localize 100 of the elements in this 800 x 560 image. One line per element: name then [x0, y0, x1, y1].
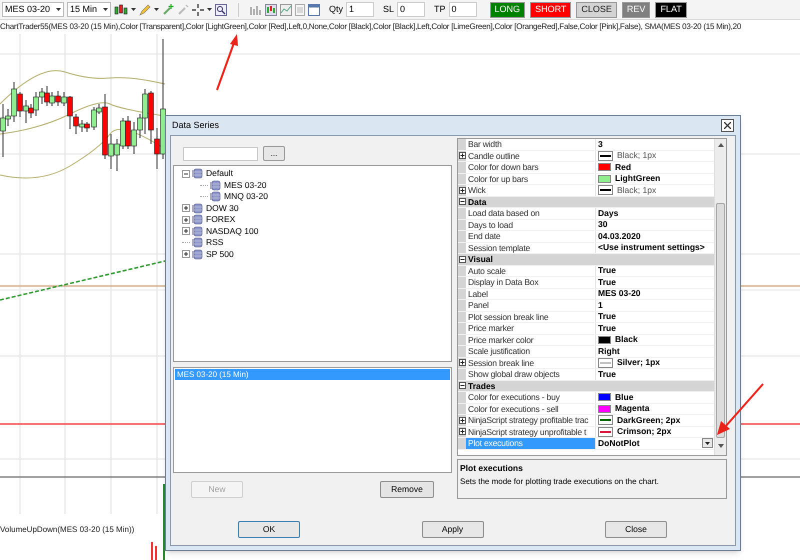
property-value: <Use instrument settings> [598, 242, 705, 254]
quantity-field[interactable]: 1 [346, 2, 374, 17]
property-label[interactable]: Price marker [466, 323, 596, 334]
crosshair-icon[interactable] [192, 4, 204, 16]
collapse-icon[interactable] [182, 170, 190, 178]
property-label[interactable]: End date [466, 231, 596, 242]
tree-item[interactable]: RSS [206, 236, 224, 250]
dialog-button[interactable]: OK [238, 521, 300, 538]
property-value: True [598, 311, 616, 322]
indicator-label: ChartTrader55(MES 03-20 (15 Min),Color [Transparent],Color [LightGreen],Color [Red],Left,0,None,Color [Black],Color [Black],Left,Color [LimeGreen],Color [OrangeRed],False,Color [Pink],False), SMA(MES 03-20 (15 Min),20 [0, 21, 742, 33]
property-value: True [598, 265, 616, 276]
database-icon [192, 202, 203, 214]
property-label[interactable]: Scale justification [466, 346, 596, 356]
property-label[interactable]: Color for down bars [466, 162, 596, 172]
close-icon[interactable] [721, 119, 734, 132]
trade-button[interactable]: REV [622, 2, 650, 18]
property-label[interactable]: Wick [466, 185, 596, 196]
scroll-down-icon[interactable] [718, 444, 724, 448]
property-label[interactable]: Candle outline [466, 150, 596, 161]
property-label[interactable]: Show global draw objects [466, 369, 596, 380]
tree-line [200, 196, 208, 198]
property-value: Right [598, 346, 620, 357]
scrollbar[interactable] [714, 139, 726, 456]
caret-icon[interactable] [154, 8, 159, 11]
property-label[interactable]: Load data based on [466, 208, 596, 218]
property-value: DoNotPlot [598, 438, 640, 449]
caret-icon [705, 442, 710, 445]
property-label[interactable]: Plot session break line [466, 312, 596, 322]
property-label[interactable]: Bar width [466, 139, 596, 150]
trade-button[interactable]: SHORT [530, 2, 572, 18]
property-value: 1 [598, 300, 603, 311]
description-title: Plot executions [460, 462, 524, 475]
zoom-icon[interactable] [215, 4, 227, 16]
property-value: Crimson; 2px [617, 426, 672, 438]
interval-dropdown[interactable]: 15 Min [67, 2, 111, 17]
scroll-up-icon[interactable] [718, 143, 724, 147]
property-value: DarkGreen; 2px [617, 414, 680, 426]
candlestick-icon[interactable] [265, 4, 277, 16]
window-icon[interactable] [308, 4, 320, 16]
tree-item[interactable]: MNQ 03-20 [224, 190, 268, 204]
tree-item[interactable]: SP 500 [206, 248, 234, 261]
bars-icon[interactable] [250, 4, 262, 16]
property-label[interactable]: Label [466, 288, 596, 299]
scroll-thumb[interactable] [716, 203, 725, 438]
instrument-dropdown[interactable]: MES 03-20 [2, 2, 64, 17]
property-label[interactable]: Color for executions - buy [466, 392, 596, 402]
caret-icon[interactable] [103, 8, 108, 11]
property-label[interactable]: Session template [466, 242, 596, 253]
property-label[interactable]: Auto scale [466, 266, 596, 276]
trade-button[interactable]: CLOSE [576, 2, 617, 18]
remove-button[interactable]: Remove [380, 481, 434, 498]
property-value: True [598, 322, 616, 334]
property-value: True [598, 368, 616, 380]
tree-item[interactable]: FOREX [206, 213, 236, 226]
tree-item[interactable]: DOW 30 [206, 202, 239, 215]
caret-icon[interactable] [207, 8, 212, 11]
expand-icon[interactable] [182, 204, 190, 212]
tree-line [182, 242, 190, 244]
search-field[interactable] [183, 146, 258, 160]
tree-item[interactable]: Default [206, 167, 233, 180]
expand-icon[interactable] [182, 216, 190, 224]
category-header[interactable]: Trades [466, 380, 714, 391]
property-value: True [598, 276, 616, 288]
browse-button[interactable]: ... [263, 146, 285, 161]
property-value: Red [615, 162, 632, 173]
property-value: Blue [615, 392, 634, 403]
property-label[interactable]: Session break line [466, 358, 596, 368]
dialog-button[interactable]: Close [605, 521, 667, 538]
tree-item[interactable]: NASDAQ 100 [206, 224, 258, 238]
property-label[interactable]: NinjaScript strategy profitable trac [466, 415, 596, 426]
tree-line [200, 184, 208, 186]
category-header[interactable]: Visual [466, 254, 714, 264]
property-label[interactable]: Panel [466, 300, 596, 310]
property-label[interactable]: NinjaScript strategy unprofitable t [466, 426, 596, 437]
database-icon [210, 180, 221, 191]
property-value: LightGreen [615, 173, 660, 184]
expand-icon[interactable] [182, 250, 190, 258]
annotation-arrow [214, 34, 240, 92]
pencil-icon[interactable] [139, 4, 151, 16]
property-label[interactable]: Price marker color [466, 334, 596, 345]
caret-icon[interactable] [131, 8, 136, 11]
property-label[interactable]: Display in Data Box [466, 277, 596, 288]
property-label[interactable]: Days to load [466, 220, 596, 230]
property-label[interactable]: Color for executions - sell [466, 404, 596, 414]
database-icon [192, 248, 203, 260]
property-label[interactable]: Color for up bars [466, 174, 596, 184]
dialog-button[interactable]: Apply [422, 521, 484, 538]
trade-button[interactable]: LONG [490, 2, 526, 18]
property-value: Days [598, 208, 618, 219]
trade-button[interactable]: FLAT [655, 2, 687, 18]
category-header[interactable]: Data [466, 196, 714, 207]
property-value: Magenta [615, 403, 650, 414]
dropdown-button[interactable] [702, 438, 713, 448]
candlestick-icon[interactable] [114, 4, 128, 16]
caret-icon[interactable] [56, 8, 61, 11]
expand-icon[interactable] [182, 227, 190, 236]
tree-item[interactable]: MES 03-20 [224, 178, 267, 192]
stop-loss-field[interactable]: 0 [397, 2, 426, 17]
take-profit-field[interactable]: 0 [448, 2, 477, 17]
line-chart-icon[interactable] [280, 4, 292, 16]
